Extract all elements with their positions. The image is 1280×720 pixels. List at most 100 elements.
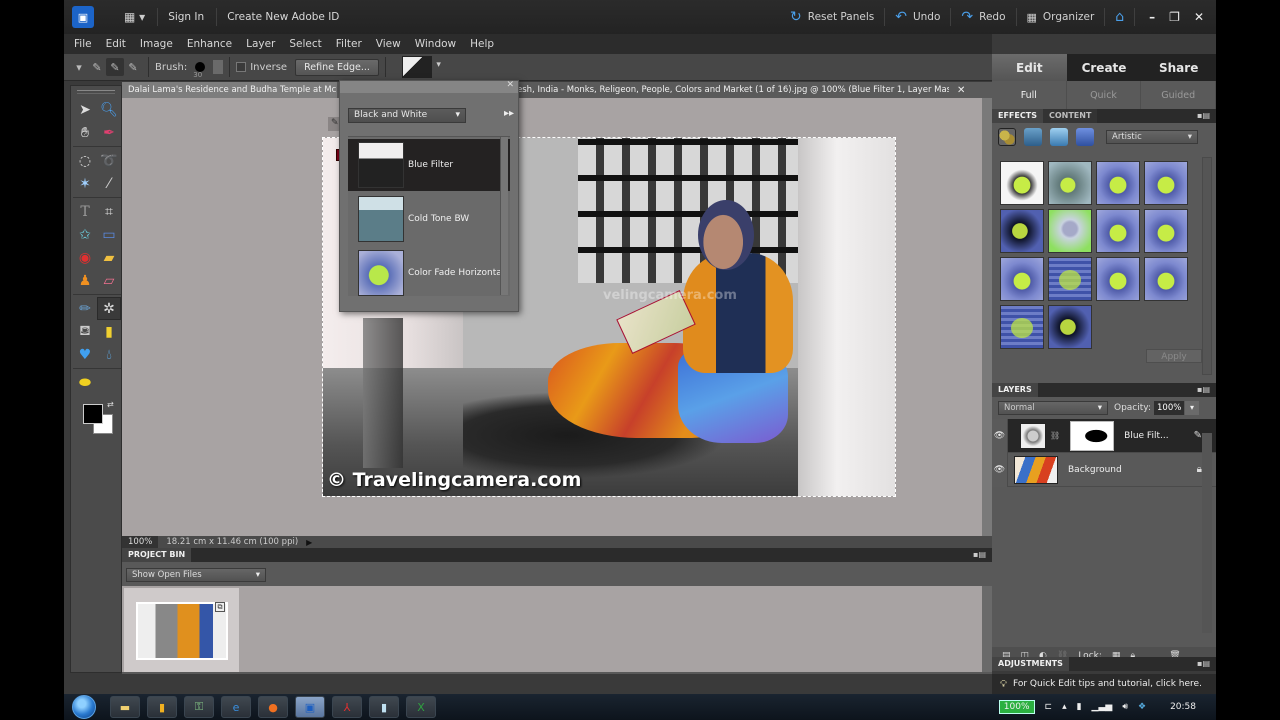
panel-menu-icon[interactable]: ▪▤ bbox=[1197, 385, 1210, 394]
menu-select[interactable]: Select bbox=[289, 38, 321, 50]
tab-guided[interactable]: Guided bbox=[1141, 81, 1217, 109]
dropbox-icon[interactable]: ❖ bbox=[1138, 702, 1146, 712]
effects-scrollbar[interactable] bbox=[1202, 157, 1212, 375]
opacity-input[interactable]: 100% bbox=[1154, 401, 1184, 415]
popup-menu-icon[interactable]: ▸▸ bbox=[504, 108, 514, 119]
zoom-tool-icon[interactable]: 🔍︎ bbox=[97, 98, 121, 121]
layers-scrollbar[interactable] bbox=[1202, 433, 1212, 633]
filters-icon[interactable] bbox=[998, 128, 1016, 146]
photo-effects-icon[interactable] bbox=[1050, 128, 1068, 146]
layer-row[interactable]: 👁︎ Background 🔒︎ bbox=[992, 452, 1216, 487]
refine-edge-button[interactable]: Refine Edge... bbox=[295, 58, 379, 76]
close-popup-icon[interactable]: ✕ bbox=[506, 80, 514, 90]
volume-icon[interactable]: 🔊︎ bbox=[1122, 702, 1128, 712]
notes-taskbar-icon[interactable]: ▮ bbox=[147, 696, 177, 718]
menu-layer[interactable]: Layer bbox=[246, 38, 275, 50]
tab-layers[interactable]: LAYERS bbox=[992, 383, 1038, 397]
home-button[interactable]: ⌂ bbox=[1105, 8, 1136, 26]
sign-in-link[interactable]: Sign In bbox=[157, 8, 204, 26]
filter-preset-item[interactable]: Blue Filter bbox=[348, 139, 510, 191]
visibility-eye-icon[interactable]: 👁︎ bbox=[992, 452, 1008, 487]
panel-menu-icon[interactable]: ▪▤ bbox=[973, 550, 986, 559]
toolbox-grip[interactable] bbox=[77, 90, 115, 94]
cookie-cutter-tool-icon[interactable]: ✩ bbox=[73, 223, 97, 246]
power-plug-icon[interactable]: ⊏ bbox=[1045, 702, 1053, 712]
menu-edit[interactable]: Edit bbox=[106, 38, 126, 50]
effect-thumbnail[interactable] bbox=[1000, 209, 1044, 253]
zoom-level[interactable]: 100% bbox=[122, 536, 159, 548]
effect-thumbnail[interactable] bbox=[1096, 161, 1140, 205]
brush-preview[interactable]: 30 bbox=[193, 62, 206, 79]
smart-brush-tool-icon[interactable]: ✲ bbox=[97, 297, 121, 320]
show-hidden-icons[interactable]: ▴ bbox=[1062, 702, 1067, 712]
menu-view[interactable]: View bbox=[376, 38, 401, 50]
tab-project-bin[interactable]: PROJECT BIN bbox=[122, 548, 192, 562]
tray-app-icon[interactable]: ▮ bbox=[1077, 702, 1082, 712]
swap-colors-icon[interactable]: ⇄ bbox=[107, 400, 114, 409]
tab-create[interactable]: Create bbox=[1067, 54, 1142, 81]
status-menu-arrow-icon[interactable]: ▶ bbox=[306, 538, 312, 547]
canvas-area[interactable]: ✎ ✎ ✎ velingcamera.com © Travelingcamera… bbox=[122, 98, 982, 536]
effect-thumbnail[interactable] bbox=[1096, 209, 1140, 253]
tab-edit[interactable]: Edit bbox=[992, 54, 1067, 81]
menu-window[interactable]: Window bbox=[415, 38, 456, 50]
reset-panels-button[interactable]: ↻ Reset Panels bbox=[780, 8, 886, 26]
panel-menu-icon[interactable]: ▪▤ bbox=[1197, 659, 1210, 668]
tab-quick[interactable]: Quick bbox=[1067, 81, 1142, 109]
filter-category-dropdown[interactable]: Black and White bbox=[348, 108, 466, 123]
clock[interactable]: 20:58 bbox=[1170, 702, 1196, 712]
filter-preset-item[interactable]: Color Fade Horizontal bbox=[348, 247, 510, 299]
effect-thumbnail[interactable] bbox=[1096, 257, 1140, 301]
filter-preset-picker[interactable] bbox=[401, 56, 441, 78]
crop-tool-icon[interactable]: ⌗ bbox=[97, 200, 121, 223]
acrobat-taskbar-icon[interactable]: ⅄ bbox=[332, 696, 362, 718]
firefox-taskbar-icon[interactable]: ● bbox=[258, 696, 288, 718]
tip-text[interactable]: For Quick Edit tips and tutorial, click … bbox=[1013, 679, 1202, 689]
signal-icon[interactable]: ▁▃▅ bbox=[1092, 702, 1113, 712]
visibility-eye-icon[interactable]: 👁︎ bbox=[992, 418, 1008, 453]
menu-enhance[interactable]: Enhance bbox=[187, 38, 232, 50]
open-file-thumbnail[interactable]: ⧉ bbox=[124, 588, 239, 672]
redo-button[interactable]: ↷ Redo bbox=[951, 8, 1017, 26]
gradient-tool-icon[interactable]: ▮ bbox=[97, 320, 121, 343]
tab-share[interactable]: Share bbox=[1141, 54, 1216, 81]
menu-help[interactable]: Help bbox=[470, 38, 494, 50]
close-button[interactable]: ✕ bbox=[1194, 10, 1204, 24]
network-taskbar-icon[interactable]: ⚿ bbox=[184, 696, 214, 718]
minimize-button[interactable]: – bbox=[1149, 10, 1155, 24]
effects-category-dropdown[interactable]: Artistic bbox=[1106, 130, 1198, 144]
straighten-tool-icon[interactable]: ▭ bbox=[97, 223, 121, 246]
hand-tool-icon[interactable]: ✋︎ bbox=[73, 121, 97, 144]
effect-thumbnail[interactable] bbox=[1144, 209, 1188, 253]
eraser-tool-icon[interactable]: ▱ bbox=[97, 269, 121, 292]
effect-thumbnail[interactable] bbox=[1000, 161, 1044, 205]
opacity-slider-toggle[interactable]: ▾ bbox=[1185, 401, 1199, 415]
app-taskbar-icon[interactable]: ▮ bbox=[369, 696, 399, 718]
magic-wand-tool-icon[interactable]: ✶ bbox=[73, 172, 97, 195]
selection-brush-mini-icon[interactable]: ✎ bbox=[331, 118, 339, 130]
restore-button[interactable]: ❐ bbox=[1169, 10, 1180, 24]
tab-full[interactable]: Full bbox=[992, 81, 1067, 109]
canvas-vertical-scrollbar[interactable] bbox=[982, 98, 992, 536]
tip-bar[interactable]: 💡︎ For Quick Edit tips and tutorial, cli… bbox=[992, 674, 1216, 694]
tool-preset-dropdown[interactable]: ▾ bbox=[70, 58, 88, 76]
project-bin-scrollbar[interactable] bbox=[982, 586, 992, 672]
battery-indicator[interactable]: 100% bbox=[998, 700, 1035, 714]
photoshop-elements-taskbar-icon[interactable]: ▣ bbox=[295, 696, 325, 718]
panel-menu-icon[interactable]: ▪▤ bbox=[1197, 111, 1210, 120]
foreground-color-swatch[interactable] bbox=[83, 404, 103, 424]
effect-thumbnail[interactable] bbox=[1048, 209, 1092, 253]
close-document-icon[interactable]: ✕ bbox=[957, 85, 965, 96]
organizer-button[interactable]: ▦ Organizer bbox=[1017, 8, 1106, 26]
type-tool-icon[interactable]: T bbox=[73, 200, 97, 223]
excel-taskbar-icon[interactable]: X bbox=[406, 696, 436, 718]
layer-styles-icon[interactable] bbox=[1024, 128, 1042, 146]
eyedropper-tool-icon[interactable]: ✒ bbox=[97, 121, 121, 144]
workspace-layout-icon[interactable]: ▦ ▾ bbox=[124, 10, 145, 24]
quick-selection-tool-icon[interactable]: ⁄ bbox=[97, 172, 121, 195]
ie-taskbar-icon[interactable]: e bbox=[221, 696, 251, 718]
inverse-checkbox[interactable] bbox=[236, 62, 247, 72]
blur-tool-icon[interactable]: 💧︎ bbox=[97, 343, 121, 366]
spot-healing-tool-icon[interactable]: ▰ bbox=[97, 246, 121, 269]
lasso-tool-icon[interactable]: ➰ bbox=[97, 149, 121, 172]
